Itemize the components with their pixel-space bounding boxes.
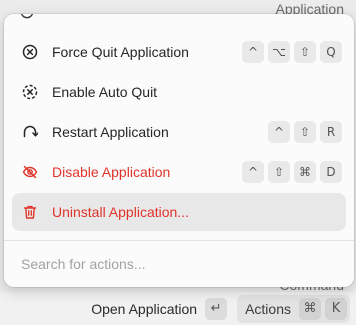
bottom-action-bar: Open Application ↵ Actions ⌘ K	[0, 292, 356, 325]
control-key: ^	[242, 161, 264, 183]
d-key: D	[320, 161, 342, 183]
shift-key: ⇧	[268, 161, 290, 183]
menu-item-enable-auto-quit[interactable]: Enable Auto Quit	[12, 73, 346, 111]
menu-item-label: Uninstall Application...	[52, 204, 189, 220]
menu-item-force-quit[interactable]: Force Quit Application ^ ⌥ ⇧ Q	[12, 33, 346, 71]
shift-key: ⇧	[294, 41, 316, 63]
actions-button[interactable]: Actions ⌘ K	[237, 294, 350, 323]
option-key: ⌥	[268, 41, 290, 63]
scrolled-item-peek	[20, 14, 34, 21]
eye-off-icon	[22, 164, 38, 180]
x-circle-dashed-icon	[22, 84, 38, 100]
shortcut-keys: ^ ⇧ R	[268, 121, 342, 143]
scrolled-item-icon	[20, 14, 34, 22]
actions-label: Actions	[245, 300, 291, 317]
search-actions-input[interactable]	[21, 254, 331, 274]
command-key-badge: ⌘	[299, 297, 321, 320]
return-key-badge[interactable]: ↵	[205, 297, 228, 320]
menu-item-label: Force Quit Application	[52, 44, 189, 60]
menu-item-label: Disable Application	[52, 164, 171, 180]
r-key: R	[320, 121, 342, 143]
menu-divider	[4, 240, 354, 241]
x-circle-icon	[22, 44, 38, 60]
control-key: ^	[268, 121, 290, 143]
trash-icon	[22, 204, 38, 220]
shortcut-keys: ^ ⌥ ⇧ Q	[242, 41, 342, 63]
command-key: ⌘	[294, 161, 316, 183]
control-key: ^	[242, 41, 264, 63]
k-key-badge: K	[325, 297, 347, 320]
menu-item-label: Enable Auto Quit	[52, 84, 158, 100]
menu-item-uninstall-application[interactable]: Uninstall Application...	[12, 193, 346, 231]
menu-item-restart-application[interactable]: Restart Application ^ ⇧ R	[12, 113, 346, 151]
menu-item-label: Restart Application	[52, 124, 169, 140]
menu-item-disable-application[interactable]: Disable Application ^ ⇧ ⌘ D	[12, 153, 346, 191]
shortcut-keys: ^ ⇧ ⌘ D	[242, 161, 342, 183]
q-key: Q	[320, 41, 342, 63]
shift-key: ⇧	[294, 121, 316, 143]
restart-arrow-icon	[22, 124, 38, 140]
actions-menu: Force Quit Application ^ ⌥ ⇧ Q Enable Au…	[4, 14, 354, 287]
open-application-label[interactable]: Open Application	[91, 301, 197, 317]
